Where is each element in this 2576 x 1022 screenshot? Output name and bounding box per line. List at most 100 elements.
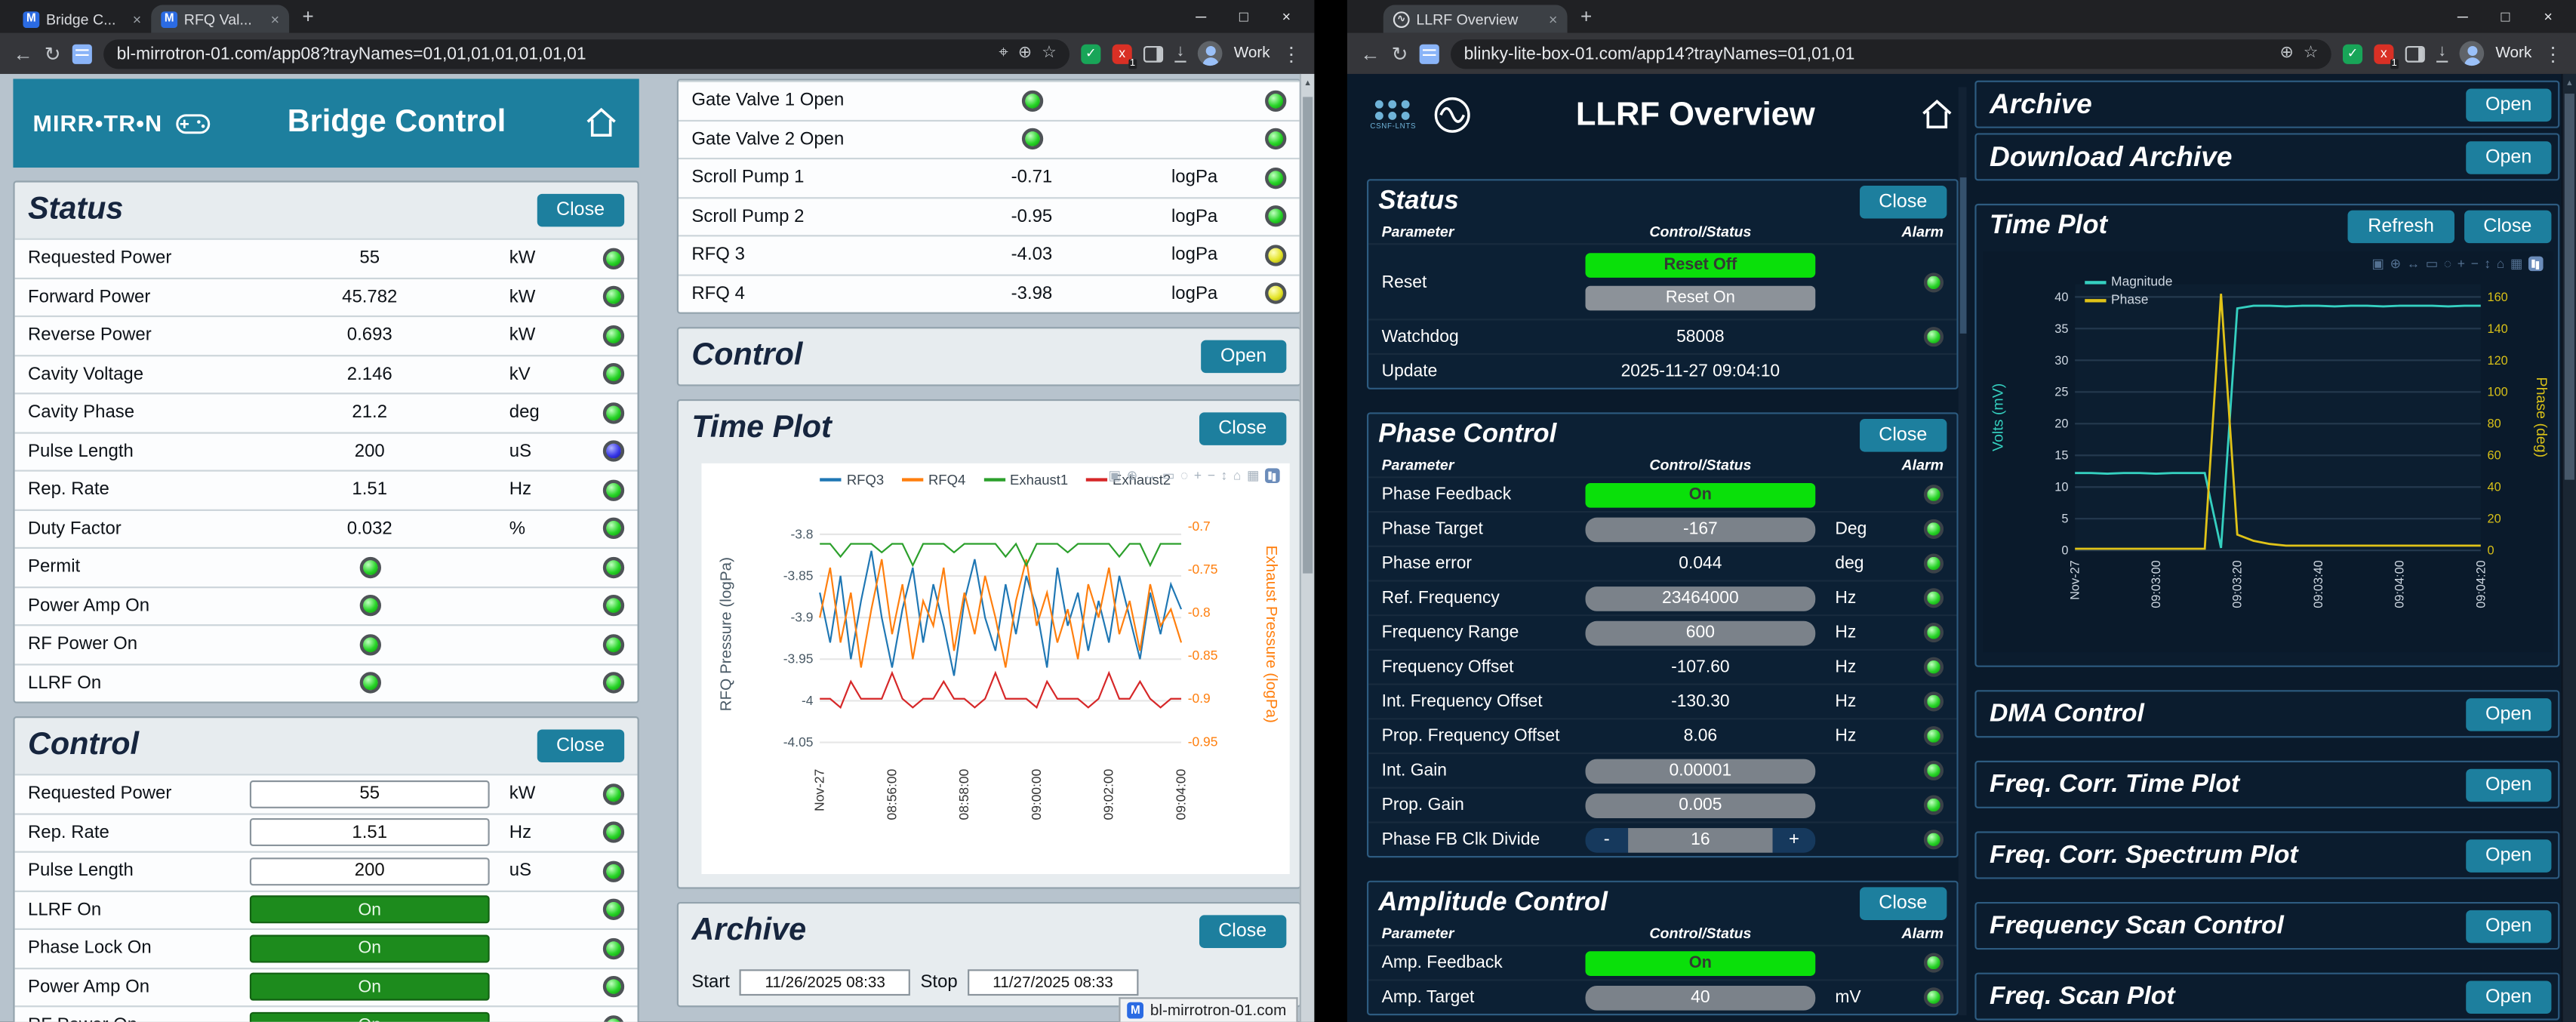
home-icon[interactable]	[583, 105, 620, 141]
zoom-icon[interactable]: ⊕	[2279, 45, 2293, 62]
address-bar[interactable]: bl-mirrotron-01.com/app08?trayNames=01,0…	[103, 38, 1069, 68]
close-section-button[interactable]: Close	[537, 194, 624, 227]
autoscale-icon[interactable]: ↕	[2484, 257, 2491, 270]
download-icon[interactable]: ↓	[2436, 45, 2448, 63]
reset-on-button[interactable]: Reset On	[1586, 286, 1816, 311]
bookmark-star-icon[interactable]: ☆	[2304, 45, 2319, 62]
row-value-input[interactable]	[1586, 620, 1816, 645]
reset-axes-icon[interactable]: ⌂	[1233, 469, 1242, 482]
row-value-input[interactable]	[250, 780, 490, 808]
zoom-icon[interactable]: ⊕	[1018, 45, 1032, 62]
zoom-out-icon[interactable]: −	[1208, 469, 1215, 482]
camera-icon[interactable]: ▣	[1109, 469, 1121, 482]
scrollbar[interactable]: ▲	[2561, 74, 2576, 1022]
row-value-input[interactable]	[1586, 985, 1816, 1010]
box-select-icon[interactable]: ▭	[1162, 469, 1174, 482]
open-button[interactable]: Open	[2466, 140, 2551, 174]
row-value-input[interactable]	[250, 819, 490, 847]
new-tab-button[interactable]: +	[303, 5, 314, 28]
open-button[interactable]: Open	[2466, 910, 2551, 943]
legend-item-magnitude[interactable]: Magnitude	[2085, 275, 2172, 290]
open-button[interactable]: Open	[2466, 839, 2551, 872]
maximize-button[interactable]: □	[1222, 8, 1265, 25]
zoom-select-icon[interactable]: ⊕	[1127, 469, 1138, 482]
close-section-button[interactable]: Close	[1859, 887, 1947, 920]
rfq-time-plot-canvas[interactable]: -3.8-3.85-3.9-3.95-4-4.05-0.7-0.75-0.8-0…	[701, 463, 1289, 874]
menu-icon[interactable]: ⋮	[2544, 44, 2563, 63]
close-section-button[interactable]: Close	[1859, 419, 1947, 452]
open-button[interactable]: Open	[2466, 697, 2551, 731]
tab-close-icon[interactable]: ×	[271, 11, 279, 27]
legend-item-exhaust1[interactable]: Exhaust1	[983, 472, 1068, 488]
toggle-on-button[interactable]: On	[250, 896, 490, 924]
on-button[interactable]: On	[1586, 950, 1816, 975]
address-bar[interactable]: blinky-lite-box-01.com/app14?trayNames=0…	[1451, 38, 2331, 68]
row-value-input[interactable]	[1586, 586, 1816, 611]
refresh-icon[interactable]: ↻	[45, 44, 61, 63]
back-icon[interactable]: ←	[1360, 44, 1380, 63]
close-window-button[interactable]: ×	[2527, 8, 2570, 25]
side-panel-icon[interactable]	[2405, 45, 2425, 62]
on-button[interactable]: On	[1586, 482, 1816, 507]
lasso-icon[interactable]: ◌	[2444, 257, 2451, 270]
minimize-button[interactable]: ─	[2442, 8, 2485, 25]
minimize-button[interactable]: ─	[1180, 8, 1223, 25]
scroll-up-icon[interactable]: ▲	[2563, 74, 2576, 89]
zoom-in-icon[interactable]: +	[2458, 257, 2465, 270]
menu-icon[interactable]: ⋮	[1282, 44, 1301, 63]
camera-icon[interactable]: ▣	[2371, 257, 2384, 270]
toggle-on-button[interactable]: On	[250, 973, 490, 1001]
row-value-input[interactable]	[250, 857, 490, 885]
reset-axes-icon[interactable]: ⌂	[2497, 257, 2505, 270]
open-button[interactable]: Open	[2466, 768, 2551, 802]
legend-item-phase[interactable]: Phase	[2085, 292, 2172, 307]
scrollbar-thumb[interactable]	[1303, 97, 1313, 573]
pan-icon[interactable]: ↔	[2407, 257, 2420, 270]
new-tab-button[interactable]: +	[1580, 5, 1592, 28]
tab-rfq-values[interactable]: M RFQ Val... ×	[151, 5, 289, 33]
archive-start-input[interactable]	[740, 969, 910, 996]
row-value-input[interactable]	[1586, 793, 1816, 817]
box-select-icon[interactable]: ▭	[2426, 257, 2438, 270]
toggle-on-button[interactable]: On	[250, 1011, 490, 1022]
extension-icon-green[interactable]: ✓	[1081, 44, 1100, 63]
scroll-up-icon[interactable]: ▲	[1301, 74, 1314, 89]
extension-icon-red[interactable]: x1	[1113, 44, 1132, 63]
tab-bridge-control[interactable]: M Bridge C... ×	[13, 5, 151, 33]
profile-avatar[interactable]	[2460, 41, 2485, 66]
open-section-button[interactable]: Open	[1201, 340, 1286, 374]
open-button[interactable]: Open	[2466, 980, 2551, 1013]
decrement-button[interactable]: -	[1586, 827, 1629, 852]
tab-close-icon[interactable]: ×	[133, 11, 141, 27]
refresh-icon[interactable]: ↻	[1392, 44, 1408, 63]
open-button[interactable]: Open	[2466, 88, 2551, 121]
tab-llrf-overview[interactable]: ∿ LLRF Overview ×	[1383, 5, 1568, 33]
scrollbar-thumb[interactable]	[1959, 177, 1966, 334]
reading-list-icon[interactable]	[1420, 44, 1439, 63]
home-icon[interactable]	[1919, 97, 1955, 133]
plotly-logo-icon[interactable]	[1265, 468, 1280, 483]
extension-icon-green[interactable]: ✓	[2343, 44, 2362, 63]
llrf-time-plot-canvas[interactable]: 0510152025303540020406080100120140160Nov…	[1983, 251, 2553, 652]
spikelines-icon[interactable]: ▦	[1247, 469, 1259, 482]
llrf-time-plot-chart[interactable]: MagnitudePhase ▣⊕↔▭◌+−↕⌂▦ 05101520253035…	[1983, 251, 2553, 652]
increment-button[interactable]: +	[1773, 827, 1816, 852]
reset-off-button[interactable]: Reset Off	[1586, 253, 1816, 278]
toggle-on-button[interactable]: On	[250, 934, 490, 962]
download-icon[interactable]: ↓	[1174, 45, 1186, 63]
legend-item-rfq4[interactable]: RFQ4	[902, 472, 965, 488]
row-value-input[interactable]	[1586, 517, 1816, 542]
scrollbar[interactable]	[1959, 87, 1967, 1015]
spikelines-icon[interactable]: ▦	[2510, 257, 2522, 270]
close-window-button[interactable]: ×	[1265, 8, 1308, 25]
close-section-button[interactable]: Close	[1199, 915, 1286, 948]
scrollbar[interactable]: ▲	[1300, 74, 1315, 1022]
plotly-logo-icon[interactable]	[2528, 257, 2544, 272]
lasso-icon[interactable]: ◌	[1180, 469, 1188, 482]
bookmark-star-icon[interactable]: ☆	[1042, 45, 1057, 62]
zoom-in-icon[interactable]: +	[1194, 469, 1202, 482]
tab-close-icon[interactable]: ×	[1549, 11, 1557, 27]
side-panel-icon[interactable]	[1143, 45, 1163, 62]
rfq-time-plot-chart[interactable]: RFQ3RFQ4Exhaust1Exhaust2 ▣⊕↔▭◌+−↕⌂▦ -3.8…	[701, 463, 1289, 874]
back-icon[interactable]: ←	[13, 44, 32, 63]
